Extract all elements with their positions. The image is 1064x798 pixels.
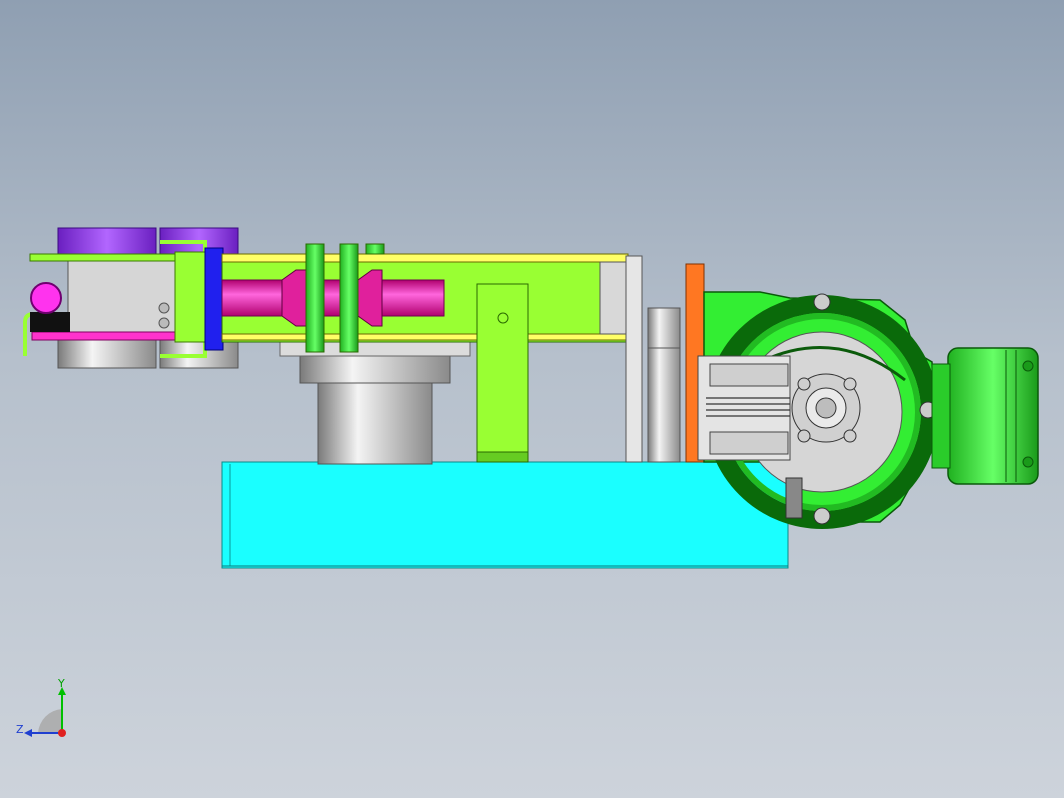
cad-viewport[interactable]: Y Z [0, 0, 1064, 798]
assembly-model[interactable] [0, 0, 1064, 798]
support-pillar[interactable] [279, 339, 471, 465]
orientation-triad[interactable]: Y Z [10, 675, 80, 745]
vertical-arm[interactable] [476, 283, 529, 463]
origin-dot [58, 729, 66, 737]
drive-motor[interactable] [931, 347, 1039, 485]
z-axis-label: Z [16, 723, 24, 736]
grey-post[interactable] [647, 307, 681, 463]
y-axis-label: Y [58, 677, 65, 690]
base-plate[interactable] [221, 461, 789, 569]
